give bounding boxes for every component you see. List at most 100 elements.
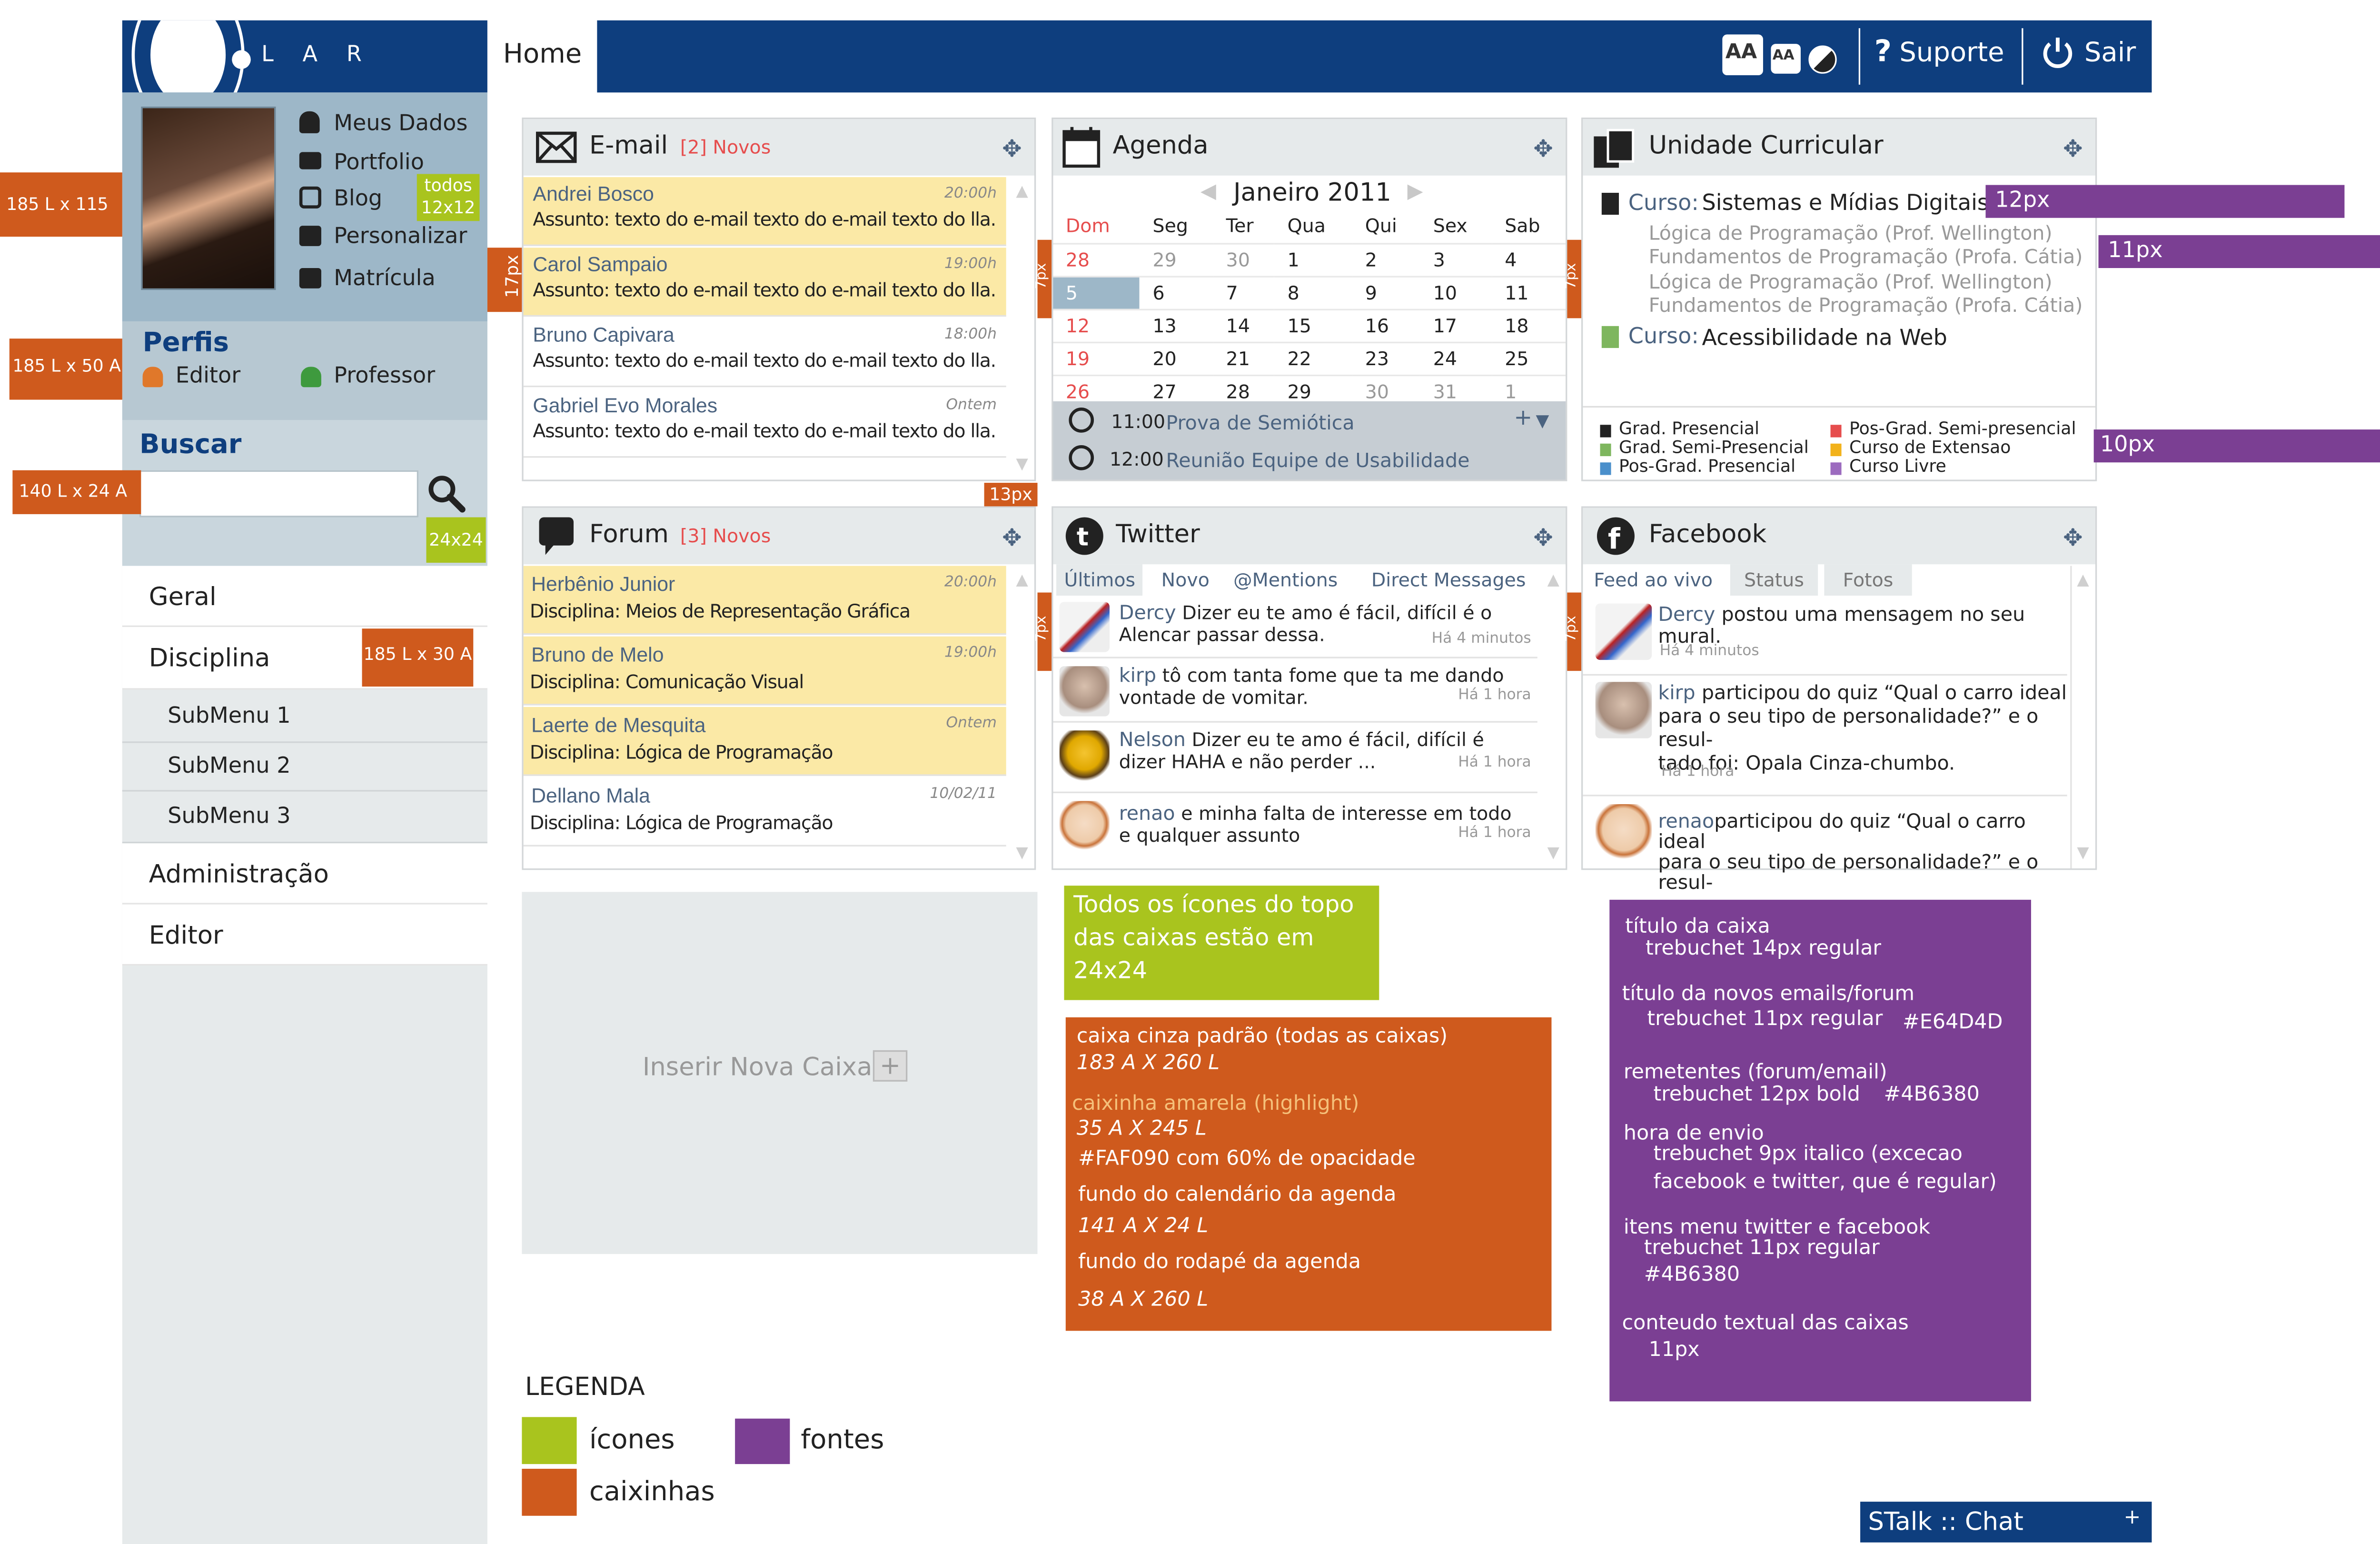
move-icon[interactable]: ✥ xyxy=(2063,524,2082,552)
avatar[interactable] xyxy=(141,106,276,290)
move-icon[interactable]: ✥ xyxy=(2063,135,2082,163)
nav-submenu-3[interactable]: SubMenu 3 xyxy=(122,791,487,844)
scrollbar[interactable]: ▲ ▼ xyxy=(1009,177,1034,480)
tweet-row[interactable]: renao e minha falta de interesse em todo… xyxy=(1053,795,1537,857)
font-decrease-button[interactable]: AA xyxy=(1771,44,1801,74)
scroll-up-icon[interactable]: ▲ xyxy=(1016,572,1028,589)
disciplina-item[interactable]: Fundamentos de Programação (Profa. Cátia… xyxy=(1649,294,2083,317)
day-cell[interactable]: 11 xyxy=(1492,276,1566,310)
day-cell[interactable]: 16 xyxy=(1352,309,1421,343)
contrast-icon[interactable] xyxy=(1808,45,1837,74)
forum-row[interactable]: Bruno de Melo 19:00h Disciplina: Comunicaç… xyxy=(523,636,1006,706)
disciplina-item[interactable]: Fundamentos de Programação (Profa. Cátia… xyxy=(1649,245,2083,268)
scrollbar[interactable]: ▲ ▼ xyxy=(1540,566,1566,868)
scrollbar[interactable]: ▲ ▼ xyxy=(2070,566,2095,868)
day-cell[interactable]: 17 xyxy=(1420,309,1492,343)
search-icon[interactable] xyxy=(426,473,467,514)
feed-row[interactable]: Dercy postou uma mensagem no seu mural. … xyxy=(1583,597,2067,676)
personalizar-link[interactable]: Personalizar xyxy=(299,221,487,252)
tweet-row[interactable]: Dercy Dizer eu te amo é fácil, difícil é… xyxy=(1053,597,1537,658)
nav-submenu-2[interactable]: SubMenu 2 xyxy=(122,743,487,792)
day-cell[interactable]: 25 xyxy=(1492,341,1566,376)
feed-row[interactable]: renaoparticipou do quiz “Qual o carro id… xyxy=(1583,798,2067,892)
forum-row[interactable]: Laerte de Mesquita Ontem Disciplina: Lógic… xyxy=(523,707,1006,776)
search-input[interactable] xyxy=(139,470,419,518)
chevron-down-icon[interactable]: ▼ xyxy=(1536,411,1549,431)
day-cell[interactable]: 8 xyxy=(1275,276,1353,310)
insert-new-box[interactable]: Inserir Nova Caixa + xyxy=(522,892,1038,1254)
day-cell[interactable]: 7 xyxy=(1213,276,1275,310)
support-link[interactable]: ? Suporte xyxy=(1874,34,2008,75)
chat-expand-icon[interactable]: + xyxy=(2124,1506,2141,1530)
disciplina-item[interactable]: Lógica de Programação (Prof. Wellington) xyxy=(1649,222,2053,245)
nav-administracao[interactable]: Administração xyxy=(122,843,487,905)
scrollbar[interactable]: ▲ ▼ xyxy=(1009,566,1034,868)
tab-status[interactable]: Status xyxy=(1730,564,1818,596)
scroll-down-icon[interactable]: ▼ xyxy=(1016,845,1028,862)
forum-row[interactable]: Herbênio Junior 20:00h Disciplina: Meios d… xyxy=(523,566,1006,635)
nav-editor[interactable]: Editor xyxy=(122,904,487,966)
curso-name[interactable]: Sistemas e Mídias Digitais xyxy=(1702,191,1989,217)
email-row[interactable]: Andrei Bosco 20:00h Assunto: texto do e-ma… xyxy=(523,177,1006,246)
day-cell[interactable]: 28 xyxy=(1053,243,1140,277)
day-cell[interactable]: 2 xyxy=(1352,243,1421,277)
home-tab[interactable]: Home xyxy=(487,20,597,93)
font-increase-button[interactable]: AA xyxy=(1722,34,1763,76)
feed-row[interactable]: kirp participou do quiz “Qual o carro id… xyxy=(1583,677,2067,797)
move-icon[interactable]: ✥ xyxy=(1533,524,1553,552)
day-cell[interactable]: 22 xyxy=(1275,341,1353,376)
perfil-editor[interactable]: Editor xyxy=(142,364,268,392)
scroll-up-icon[interactable]: ▲ xyxy=(1016,183,1028,200)
scroll-up-icon[interactable]: ▲ xyxy=(2077,572,2089,589)
prev-month-icon[interactable]: ◀ xyxy=(1200,180,1216,204)
event-link[interactable]: Prova de Semiótica xyxy=(1166,411,1355,434)
tab-fotos[interactable]: Fotos xyxy=(1824,564,1912,596)
perfil-professor[interactable]: Professor xyxy=(301,364,457,392)
curso-name[interactable]: Acessibilidade na Web xyxy=(1702,326,1947,351)
chat-bar[interactable]: STalk :: Chat + xyxy=(1860,1502,2152,1543)
blog-link[interactable]: Blog xyxy=(299,183,409,215)
day-cell[interactable]: 9 xyxy=(1352,276,1421,310)
day-cell[interactable]: 13 xyxy=(1140,309,1214,343)
day-cell[interactable]: 19 xyxy=(1053,341,1140,376)
scroll-down-icon[interactable]: ▼ xyxy=(1016,456,1028,473)
next-month-icon[interactable]: ▶ xyxy=(1408,180,1423,204)
add-event-button[interactable]: + xyxy=(1514,406,1532,431)
tab-novo[interactable]: Novo xyxy=(1153,564,1217,596)
day-cell[interactable]: 15 xyxy=(1275,309,1353,343)
day-cell[interactable]: 24 xyxy=(1420,341,1492,376)
day-cell[interactable]: 23 xyxy=(1352,341,1421,376)
day-cell[interactable]: 4 xyxy=(1492,243,1566,277)
day-cell-today[interactable]: 5 xyxy=(1053,276,1140,310)
day-cell[interactable]: 3 xyxy=(1420,243,1492,277)
forum-row[interactable]: Dellano Mala 10/02/11 Disciplina: Lógica d… xyxy=(523,777,1006,847)
meus-dados-link[interactable]: Meus Dados xyxy=(299,110,487,141)
move-icon[interactable]: ✥ xyxy=(1002,135,1021,163)
scroll-down-icon[interactable]: ▼ xyxy=(2077,845,2089,862)
disciplina-item[interactable]: Lógica de Programação (Prof. Wellington) xyxy=(1649,270,2053,293)
email-row[interactable]: Bruno Capivara 18:00h Assunto: texto do e-… xyxy=(523,318,1006,388)
nav-geral[interactable]: Geral xyxy=(122,566,487,627)
email-row[interactable]: Gabriel Evo Morales Ontem Assunto: texto d… xyxy=(523,389,1006,458)
day-cell[interactable]: 6 xyxy=(1140,276,1214,310)
event-link[interactable]: Reunião Equipe de Usabilidade xyxy=(1166,448,1470,472)
scroll-down-icon[interactable]: ▼ xyxy=(1547,845,1559,862)
day-cell[interactable]: 30 xyxy=(1213,243,1275,277)
nav-submenu-1[interactable]: SubMenu 1 xyxy=(122,689,487,743)
tweet-row[interactable]: Nelson Dizer eu te amo é fácil, difícil … xyxy=(1053,724,1537,793)
tab-direct-messages[interactable]: Direct Messages xyxy=(1363,564,1534,596)
day-cell[interactable]: 20 xyxy=(1140,341,1214,376)
day-cell[interactable]: 29 xyxy=(1140,243,1214,277)
matricula-link[interactable]: Matrícula xyxy=(299,263,487,295)
day-cell[interactable]: 14 xyxy=(1213,309,1275,343)
tweet-row[interactable]: kirp tô com tanta fome que ta me dando vo… xyxy=(1053,660,1537,723)
tab-mentions[interactable]: @Mentions xyxy=(1226,564,1346,596)
move-icon[interactable]: ✥ xyxy=(1533,135,1553,163)
tab-feed-ao-vivo[interactable]: Feed ao vivo xyxy=(1586,564,1724,596)
day-cell[interactable]: 12 xyxy=(1053,309,1140,343)
move-icon[interactable]: ✥ xyxy=(1002,524,1021,552)
scroll-up-icon[interactable]: ▲ xyxy=(1547,572,1559,589)
email-row[interactable]: Carol Sampaio 19:00h Assunto: texto do e-m… xyxy=(523,248,1006,317)
day-cell[interactable]: 1 xyxy=(1275,243,1353,277)
logout-link[interactable]: Sair xyxy=(2041,34,2142,75)
